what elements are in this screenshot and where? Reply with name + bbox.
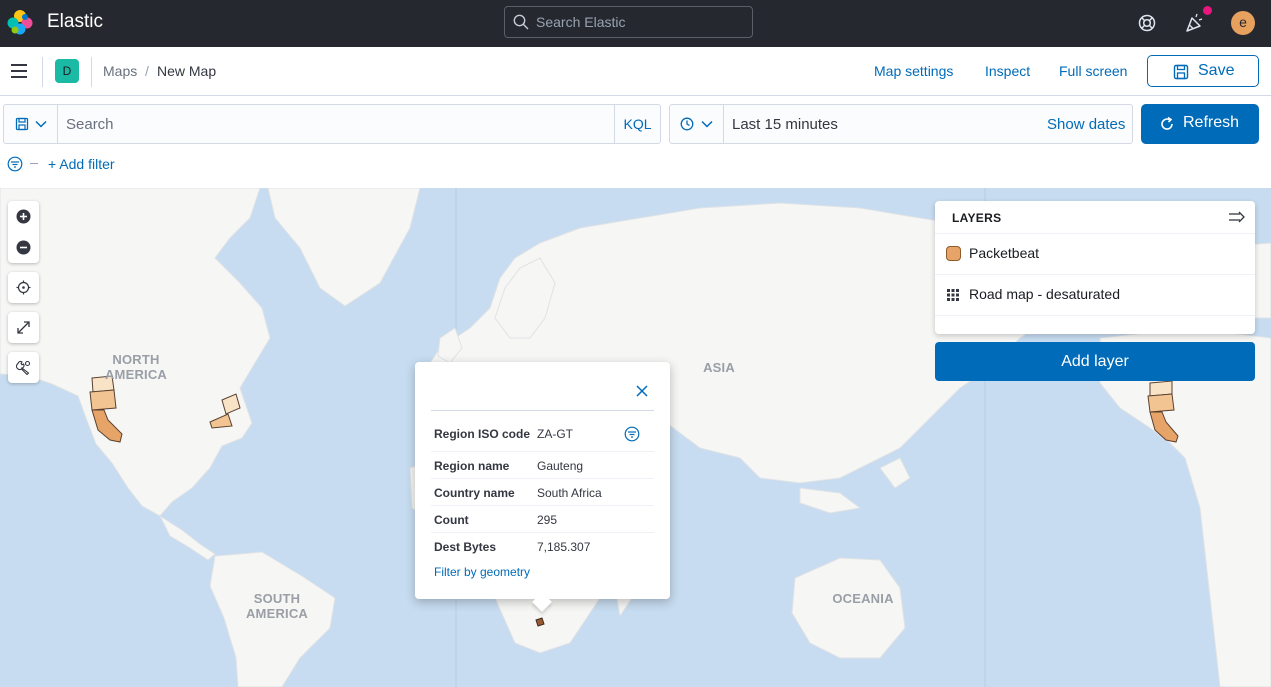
refresh-label: Refresh <box>1183 114 1240 131</box>
global-search-input[interactable] <box>536 7 746 37</box>
add-filter-button[interactable]: + Add filter <box>48 156 115 172</box>
show-dates-link[interactable]: Show dates <box>1047 116 1125 133</box>
tooltip-value: 295 <box>537 513 558 527</box>
label-oceania: OCEANIA <box>832 591 894 606</box>
saved-query-icon <box>15 117 29 131</box>
filter-icon[interactable] <box>624 426 640 442</box>
feature-tooltip: Region ISO code ZA-GT Region name Gauten… <box>415 362 670 612</box>
global-header: Elastic e <box>0 0 1271 47</box>
save-button[interactable]: Save <box>1147 55 1259 87</box>
minus-circle-icon <box>16 240 31 255</box>
fit-to-data-control <box>8 312 39 343</box>
time-range-label[interactable]: Last 15 minutes <box>732 116 838 133</box>
search-icon <box>513 14 529 30</box>
global-search[interactable] <box>504 6 753 38</box>
wrench-icon <box>16 360 31 375</box>
divider <box>91 57 92 87</box>
crosshairs-icon <box>16 280 31 295</box>
query-bar: KQL <box>3 104 661 144</box>
layer-name[interactable]: Road map - desaturated <box>969 286 1120 302</box>
newsfeed-icon[interactable] <box>1184 12 1206 34</box>
tooltip-row: Count 295 <box>431 506 654 533</box>
user-avatar[interactable]: e <box>1231 11 1255 35</box>
full-screen-link[interactable]: Full screen <box>1059 63 1127 79</box>
app-bar: D Maps / New Map Map settings Inspect Fu… <box>0 47 1271 96</box>
zoom-out-button[interactable] <box>8 232 39 263</box>
set-view-button[interactable] <box>8 272 39 303</box>
inspect-link[interactable]: Inspect <box>985 63 1030 79</box>
refresh-button[interactable]: Refresh <box>1141 104 1259 144</box>
tooltip-row: Region ISO code ZA-GT <box>431 420 654 452</box>
brand-name[interactable]: Elastic <box>47 11 103 33</box>
tooltip-divider <box>431 410 654 411</box>
close-icon[interactable] <box>635 384 649 398</box>
time-picker: Last 15 minutes Show dates <box>669 104 1133 144</box>
layer-control-panel: LAYERS Packetbeat Road map - desaturated <box>935 201 1255 334</box>
layer-row-packetbeat[interactable]: Packetbeat <box>935 233 1255 273</box>
quick-menu-button[interactable] <box>670 105 724 143</box>
tools-button[interactable] <box>8 352 39 383</box>
tooltip-key: Country name <box>434 486 515 500</box>
elastic-logo-icon[interactable] <box>7 9 33 35</box>
query-search-input[interactable] <box>66 105 606 143</box>
filter-icon[interactable] <box>7 156 23 172</box>
space-avatar[interactable]: D <box>55 59 79 83</box>
tools-control <box>8 352 39 383</box>
label-asia: ASIA <box>703 360 735 375</box>
tooltip-value: 7,185.307 <box>537 540 591 554</box>
add-layer-button[interactable]: Add layer <box>935 342 1255 381</box>
tooltip-key: Region name <box>434 459 510 473</box>
tooltip-value: South Africa <box>537 486 602 500</box>
zoom-in-button[interactable] <box>8 201 39 232</box>
tooltip-row: Country name South Africa <box>431 479 654 506</box>
save-label: Save <box>1198 62 1235 79</box>
tooltip-row: Region name Gauteng <box>431 452 654 479</box>
notification-dot <box>1203 6 1212 15</box>
zoom-controls <box>8 201 39 263</box>
expand-icon <box>17 321 30 334</box>
tooltip-row: Dest Bytes 7,185.307 <box>431 533 654 560</box>
tooltip-key: Region ISO code <box>434 427 531 441</box>
map-settings-link[interactable]: Map settings <box>874 63 953 79</box>
divider <box>42 57 43 87</box>
filter-divider <box>30 163 38 164</box>
filter-by-geometry-link[interactable]: Filter by geometry <box>434 565 530 579</box>
fit-to-data-button[interactable] <box>8 312 39 343</box>
layer-list-end <box>935 315 1255 334</box>
breadcrumb-current: New Map <box>157 63 217 79</box>
tooltip-key: Count <box>434 513 469 527</box>
saved-query-button[interactable] <box>4 105 58 143</box>
kql-toggle-button[interactable]: KQL <box>614 105 660 143</box>
clock-icon <box>680 117 694 131</box>
grid-icon <box>947 289 959 301</box>
map-canvas[interactable]: NORTHAMERICA SOUTHAMERICA ASIA OCEANIA <box>0 188 1271 687</box>
set-view-control <box>8 272 39 303</box>
plus-circle-icon <box>16 209 31 224</box>
save-icon <box>1173 64 1189 80</box>
tooltip-key: Dest Bytes <box>434 540 497 554</box>
layers-title: LAYERS <box>952 211 1002 225</box>
label-south-america: SOUTH AMERICA <box>245 591 309 621</box>
layer-name[interactable]: Packetbeat <box>969 245 1039 261</box>
breadcrumb-separator: / <box>145 63 149 79</box>
label-north-america: NORTH AMERICA <box>104 352 168 382</box>
chevron-down-icon <box>35 120 47 128</box>
refresh-icon <box>1161 116 1173 130</box>
breadcrumb-maps[interactable]: Maps <box>103 63 137 79</box>
chevron-down-icon <box>701 120 713 128</box>
tooltip-value: Gauteng <box>537 459 584 473</box>
layer-color-swatch <box>946 246 961 261</box>
layer-row-road-map[interactable]: Road map - desaturated <box>935 274 1255 314</box>
hamburger-menu-icon[interactable] <box>8 61 30 81</box>
collapse-panel-icon[interactable] <box>1228 210 1246 224</box>
tooltip-value: ZA-GT <box>537 427 573 441</box>
help-icon[interactable] <box>1136 12 1158 34</box>
